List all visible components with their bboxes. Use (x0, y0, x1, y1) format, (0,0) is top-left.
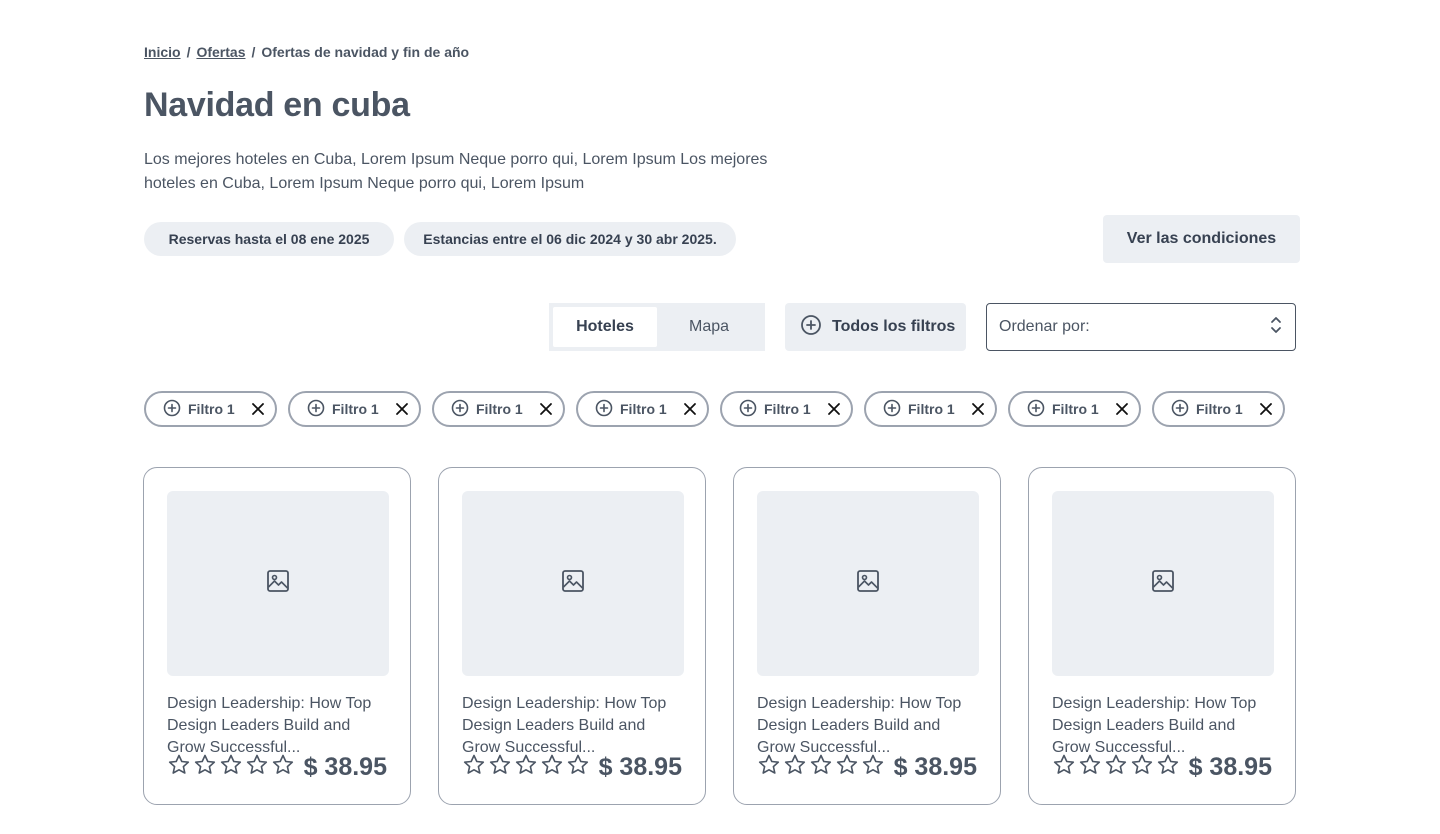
close-icon[interactable] (395, 402, 409, 416)
star-icon (1052, 753, 1076, 782)
star-icon (167, 753, 191, 782)
hotel-card[interactable]: Design Leadership: How Top Design Leader… (438, 467, 706, 805)
filter-chip-label: Filtro 1 (1196, 401, 1243, 417)
hotel-card-price: $ 38.95 (303, 753, 387, 781)
page-description: Los mejores hoteles en Cuba, Lorem Ipsum… (144, 151, 768, 192)
star-icon (193, 753, 217, 782)
filter-chip-label: Filtro 1 (908, 401, 955, 417)
sort-label: Ordenar por: (999, 318, 1090, 335)
plus-circle-icon (595, 399, 613, 420)
chevron-up-down-icon (1269, 315, 1283, 340)
star-icon (1156, 753, 1180, 782)
star-icon (514, 753, 538, 782)
plus-circle-icon (1171, 399, 1189, 420)
hotel-cards: Design Leadership: How Top Design Leader… (143, 467, 1296, 805)
page: Inicio / Ofertas / Ofertas de navidad y … (0, 0, 1440, 834)
star-icon (540, 753, 564, 782)
star-rating (462, 753, 590, 782)
filter-chip-label: Filtro 1 (332, 401, 379, 417)
image-placeholder (1052, 491, 1274, 676)
close-icon[interactable] (1259, 402, 1273, 416)
star-icon (219, 753, 243, 782)
close-icon[interactable] (683, 402, 697, 416)
hotel-card-title: Design Leadership: How Top Design Leader… (167, 695, 372, 756)
star-rating (1052, 753, 1180, 782)
plus-circle-icon (1027, 399, 1045, 420)
booking-deadline-badge: Reservas hasta el 08 ene 2025 (144, 222, 394, 256)
plus-circle-icon (451, 399, 469, 420)
hotel-card-price: $ 38.95 (1188, 753, 1272, 781)
hotel-card-title: Design Leadership: How Top Design Leader… (757, 695, 962, 756)
star-icon (783, 753, 807, 782)
breadcrumb-home-link[interactable]: Inicio (144, 44, 181, 60)
filter-chip-label: Filtro 1 (188, 401, 235, 417)
filter-chip[interactable]: Filtro 1 (144, 391, 277, 427)
filter-chip[interactable]: Filtro 1 (432, 391, 565, 427)
star-rating (167, 753, 295, 782)
star-icon (861, 753, 885, 782)
plus-circle-icon (307, 399, 325, 420)
filter-chip-label: Filtro 1 (764, 401, 811, 417)
filter-chip-label: Filtro 1 (476, 401, 523, 417)
star-icon (1130, 753, 1154, 782)
plus-circle-icon (883, 399, 901, 420)
filter-chip[interactable]: Filtro 1 (864, 391, 997, 427)
star-icon (1104, 753, 1128, 782)
hotel-card[interactable]: Design Leadership: How Top Design Leader… (733, 467, 1001, 805)
sort-select[interactable]: Ordenar por: (986, 303, 1296, 351)
star-rating (757, 753, 885, 782)
image-placeholder (757, 491, 979, 676)
close-icon[interactable] (1115, 402, 1129, 416)
filter-chips: Filtro 1 Filtro 1 Filtro 1 Filtro 1 Filt… (144, 391, 1285, 427)
star-icon (245, 753, 269, 782)
hotel-card[interactable]: Design Leadership: How Top Design Leader… (143, 467, 411, 805)
view-toggle: Hoteles Mapa (549, 303, 765, 351)
filter-chip-label: Filtro 1 (620, 401, 667, 417)
view-conditions-button[interactable]: Ver las condiciones (1103, 215, 1300, 263)
star-icon (271, 753, 295, 782)
image-placeholder (167, 491, 389, 676)
page-title: Navidad en cuba (144, 86, 410, 124)
star-icon (1078, 753, 1102, 782)
breadcrumb-separator: / (186, 44, 191, 60)
close-icon[interactable] (251, 402, 265, 416)
plus-circle-icon (739, 399, 757, 420)
plus-circle-icon (163, 399, 181, 420)
breadcrumb: Inicio / Ofertas / Ofertas de navidad y … (144, 44, 469, 60)
hotel-card[interactable]: Design Leadership: How Top Design Leader… (1028, 467, 1296, 805)
tab-map[interactable]: Mapa (657, 307, 761, 347)
breadcrumb-offers-link[interactable]: Ofertas (196, 44, 245, 60)
hotel-card-title: Design Leadership: How Top Design Leader… (462, 695, 667, 756)
plus-circle-icon (800, 314, 822, 341)
filter-chip[interactable]: Filtro 1 (576, 391, 709, 427)
hotel-card-price: $ 38.95 (598, 753, 682, 781)
star-icon (462, 753, 486, 782)
filter-chip[interactable]: Filtro 1 (720, 391, 853, 427)
image-icon (560, 568, 586, 599)
image-icon (1150, 568, 1176, 599)
hotel-card-title: Design Leadership: How Top Design Leader… (1052, 695, 1257, 756)
stay-period-badge: Estancias entre el 06 dic 2024 y 30 abr … (404, 222, 736, 256)
close-icon[interactable] (971, 402, 985, 416)
star-icon (566, 753, 590, 782)
image-icon (265, 568, 291, 599)
star-icon (757, 753, 781, 782)
filter-chip-label: Filtro 1 (1052, 401, 1099, 417)
breadcrumb-current: Ofertas de navidad y fin de año (261, 44, 470, 60)
tab-hotels[interactable]: Hoteles (553, 307, 657, 347)
star-icon (488, 753, 512, 782)
hotel-card-price: $ 38.95 (893, 753, 977, 781)
close-icon[interactable] (539, 402, 553, 416)
filter-chip[interactable]: Filtro 1 (288, 391, 421, 427)
image-placeholder (462, 491, 684, 676)
all-filters-button[interactable]: Todos los filtros (785, 303, 966, 351)
star-icon (835, 753, 859, 782)
breadcrumb-separator: / (251, 44, 256, 60)
all-filters-label: Todos los filtros (832, 318, 956, 335)
close-icon[interactable] (827, 402, 841, 416)
filter-chip[interactable]: Filtro 1 (1008, 391, 1141, 427)
star-icon (809, 753, 833, 782)
filter-chip[interactable]: Filtro 1 (1152, 391, 1285, 427)
image-icon (855, 568, 881, 599)
